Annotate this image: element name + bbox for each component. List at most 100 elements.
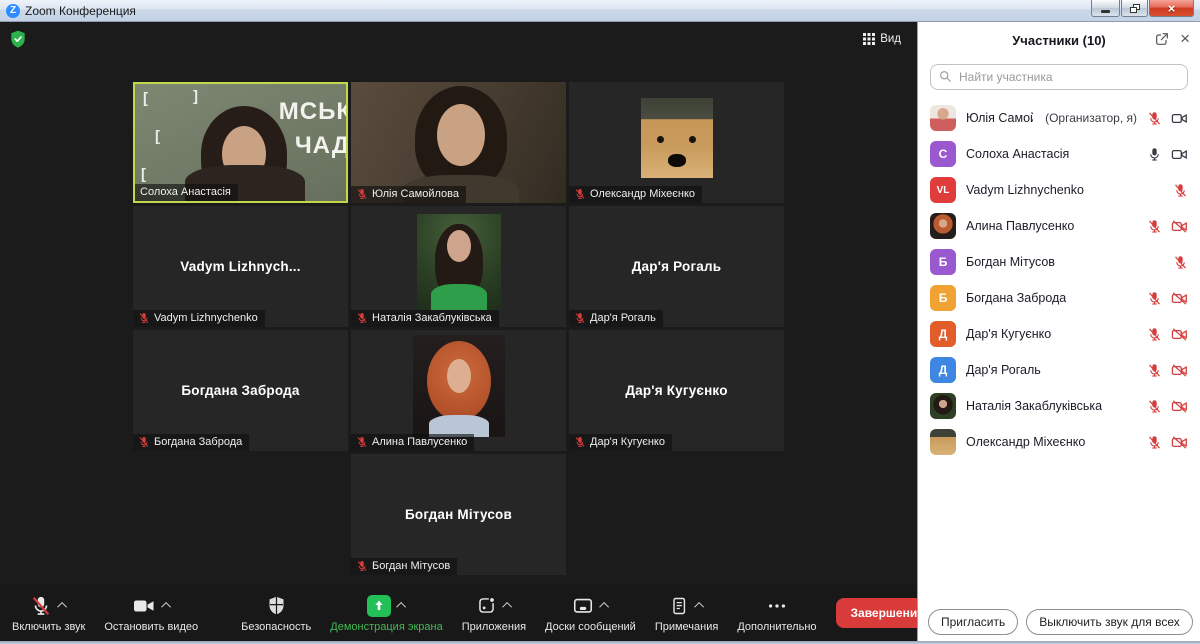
tool-label: Примечания: [655, 621, 719, 633]
video-tile-rohal[interactable]: Дар'я Рогаль Дар'я Рогаль: [569, 206, 784, 327]
security-button[interactable]: Безопасность: [241, 594, 311, 633]
video-tile-zakablukivska[interactable]: Наталія Закаблуківська: [351, 206, 566, 327]
participant-row[interactable]: Б Богдан Мітусов: [918, 244, 1200, 280]
participant-name: Дар'я Кугуєнко: [590, 436, 665, 448]
close-window-button[interactable]: ×: [1149, 0, 1194, 17]
search-participant-input[interactable]: [930, 64, 1188, 90]
apps-icon: [476, 595, 497, 616]
avatar: Д: [930, 357, 956, 383]
participant-name: Алина Павлусенко: [966, 219, 1074, 233]
participant-name: Олександр Міхеєнко: [590, 188, 695, 200]
video-tile-soloha[interactable]: [] [] [] МСЬК ЧАД Солоха Анастасія: [133, 82, 348, 203]
avatar: Б: [930, 249, 956, 275]
video-tile-zabroda[interactable]: Богдана Заброда Богдана Заброда: [133, 330, 348, 451]
notes-options-chevron[interactable]: [694, 602, 704, 612]
participant-row[interactable]: VL Vadym Lizhnychenko: [918, 172, 1200, 208]
invite-button[interactable]: Пригласить: [928, 609, 1018, 635]
whiteboards-button[interactable]: Доски сообщений: [545, 594, 636, 633]
minimize-button[interactable]: [1091, 0, 1120, 17]
participant-display-name: Богдана Заброда: [133, 330, 348, 451]
notes-button[interactable]: Примечания: [655, 594, 719, 633]
participant-name: Юлія Самойлова: [372, 188, 459, 200]
whiteboards-options-chevron[interactable]: [599, 602, 609, 612]
whiteboard-icon: [572, 595, 594, 617]
participant-row[interactable]: Юлія Самойл... (Организатор, я): [918, 100, 1200, 136]
search-icon: [938, 69, 953, 89]
camera-off-icon: [1171, 290, 1188, 307]
backdrop-text: МСЬК: [279, 98, 348, 126]
participant-row[interactable]: Д Дар'я Кугуєнко: [918, 316, 1200, 352]
camera-on-icon: [1171, 146, 1188, 163]
muted-mic-icon: [574, 312, 586, 324]
participant-display-name: Дар'я Кугуєнко: [569, 330, 784, 451]
unmute-button[interactable]: Включить звук: [12, 594, 85, 633]
video-tile-lizhnychenko[interactable]: Vadym Lizhnych... Vadym Lizhnychenko: [133, 206, 348, 327]
tool-label: Остановить видео: [104, 621, 198, 633]
tool-label: Дополнительно: [737, 621, 816, 633]
muted-mic-icon: [138, 436, 150, 448]
apps-options-chevron[interactable]: [502, 602, 512, 612]
title-bar: Z Zoom Конференция ×: [0, 0, 1200, 22]
video-tile-yuliia[interactable]: Юлія Самойлова: [351, 82, 566, 203]
video-tile-mikheienko[interactable]: Олександр Міхеєнко: [569, 82, 784, 203]
popout-panel-icon[interactable]: [1154, 31, 1170, 47]
participant-list: Юлія Самойл... (Организатор, я) C Солоха…: [918, 100, 1200, 460]
profile-picture: [417, 214, 501, 310]
tile-name-label: Юлія Самойлова: [351, 186, 466, 203]
share-screen-button[interactable]: Демонстрация экрана: [330, 594, 442, 633]
avatar: Б: [930, 285, 956, 311]
participant-row[interactable]: Наталія Закаблуківська: [918, 388, 1200, 424]
participant-name: Vadym Lizhnychenko: [154, 312, 258, 324]
participant-display-name: Дар'я Рогаль: [569, 206, 784, 327]
audio-options-chevron[interactable]: [57, 602, 67, 612]
avatar: Д: [930, 321, 956, 347]
close-panel-icon[interactable]: ×: [1180, 30, 1190, 47]
mute-all-button[interactable]: Выключить звук для всех: [1026, 609, 1192, 635]
mic-muted-icon: [1147, 363, 1162, 378]
apps-button[interactable]: Приложения: [462, 594, 526, 633]
participants-footer: Пригласить Выключить звук для всех ···: [918, 609, 1200, 635]
meeting-security-shield-icon[interactable]: [8, 29, 28, 49]
video-tile-kuhuienko[interactable]: Дар'я Кугуєнко Дар'я Кугуєнко: [569, 330, 784, 451]
restore-button[interactable]: [1121, 0, 1148, 17]
participant-row[interactable]: C Солоха Анастасія: [918, 136, 1200, 172]
participant-row[interactable]: Д Дар'я Рогаль: [918, 352, 1200, 388]
avatar: [930, 429, 956, 455]
mic-muted-icon: [1147, 219, 1162, 234]
muted-mic-icon: [356, 436, 368, 448]
tile-name-label: Солоха Анастасія: [135, 184, 238, 201]
avatar: [930, 393, 956, 419]
window-title: Zoom Конференция: [25, 4, 136, 18]
video-tile-pavlusenko[interactable]: Алина Павлусенко: [351, 330, 566, 451]
participant-name: Солоха Анастасія: [140, 186, 231, 198]
tile-name-label: Алина Павлусенко: [351, 434, 474, 451]
participant-row[interactable]: Олександр Міхеєнко: [918, 424, 1200, 460]
window-controls: ×: [1090, 0, 1194, 17]
backdrop-text: ЧАД: [295, 132, 348, 160]
tool-label: Доски сообщений: [545, 621, 636, 633]
participant-row[interactable]: Б Богдана Заброда: [918, 280, 1200, 316]
share-options-chevron[interactable]: [396, 602, 406, 612]
avatar: [930, 105, 956, 131]
end-meeting-button[interactable]: Завершение: [836, 598, 917, 628]
view-button-label: Вид: [880, 33, 901, 45]
participants-panel: Участники (10) ×: [917, 22, 1200, 641]
view-button[interactable]: Вид: [857, 30, 907, 48]
stop-video-button[interactable]: Остановить видео: [104, 594, 198, 633]
participants-header: Участники (10) ×: [918, 22, 1200, 58]
camera-off-icon: [1171, 326, 1188, 343]
participant-name: Дар'я Рогаль: [590, 312, 656, 324]
participant-name: Богдан Мітусов: [372, 560, 450, 572]
video-options-chevron[interactable]: [161, 602, 171, 612]
shield-icon: [266, 595, 287, 616]
participant-role: (Организатор, я): [1045, 111, 1137, 125]
participant-display-name: Vadym Lizhnych...: [133, 206, 348, 327]
participant-name: Алина Павлусенко: [372, 436, 467, 448]
video-tile-mitusov[interactable]: Богдан Мітусов Богдан Мітусов: [351, 454, 566, 575]
camera-off-icon: [1171, 218, 1188, 235]
participant-row[interactable]: Алина Павлусенко: [918, 208, 1200, 244]
video-grid: [] [] [] МСЬК ЧАД Солоха Анастасія: [133, 82, 784, 575]
tool-label: Приложения: [462, 621, 526, 633]
participant-name: Наталія Закаблуківська: [372, 312, 492, 324]
more-button[interactable]: Дополнительно: [737, 594, 816, 633]
